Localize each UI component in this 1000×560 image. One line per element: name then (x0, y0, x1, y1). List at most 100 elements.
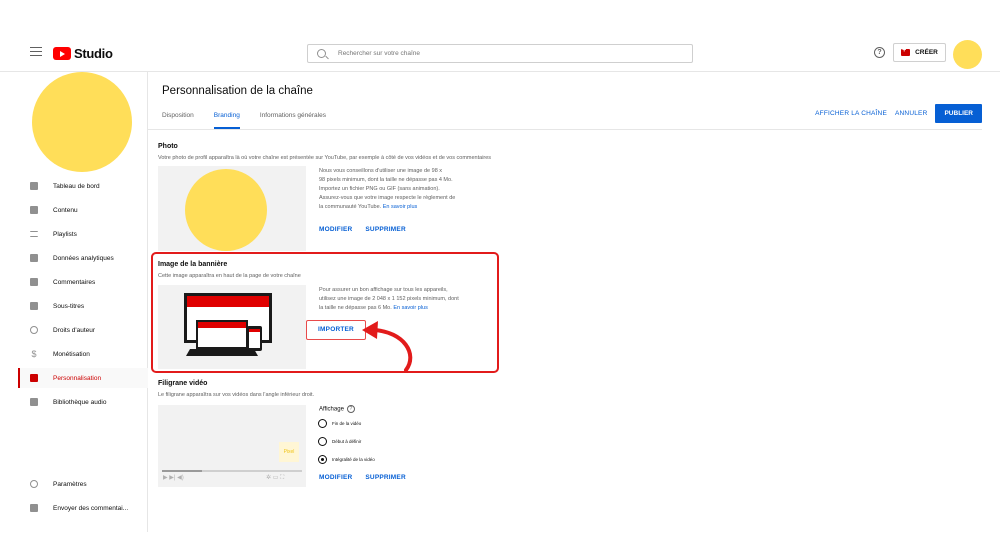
sidebar-item-label: Bibliothèque audio (53, 398, 107, 406)
radio-label: Fin de la vidéo (332, 421, 362, 426)
search-icon (317, 49, 326, 58)
audio-library-icon (30, 398, 38, 406)
subtitles-icon (30, 302, 38, 310)
radio-button[interactable] (318, 437, 327, 446)
account-avatar[interactable] (953, 40, 982, 69)
sidebar-item-monetization[interactable]: $ Monétisation (18, 344, 148, 364)
top-bar: Studio ? CRÉER (0, 34, 1000, 72)
banner-import-button[interactable]: IMPORTER (306, 320, 366, 340)
sidebar: Tableau de bord Contenu Playlists Donnée… (0, 72, 148, 532)
radio-label: Intégralité de la vidéo (332, 457, 375, 462)
sidebar-item-comments[interactable]: Commentaires (18, 272, 148, 292)
gear-icon (30, 480, 38, 488)
banner-title: Image de la bannière (158, 261, 228, 268)
help-icon[interactable]: ? (874, 47, 885, 58)
banner-preview (158, 285, 306, 369)
comments-icon (30, 278, 38, 286)
photo-preview (158, 166, 306, 251)
sidebar-item-label: Playlists (53, 230, 77, 238)
display-label-text: Affichage (319, 406, 344, 413)
profile-photo (185, 169, 267, 251)
tab-bar: Disposition Branding Informations généra… (162, 110, 346, 129)
sidebar-item-label: Sous-titres (53, 302, 85, 310)
sidebar-item-label: Envoyer des commentai... (53, 504, 129, 512)
sidebar-item-label: Droits d'auteur (53, 326, 96, 334)
photo-delete-button[interactable]: SUPPRIMER (365, 226, 405, 233)
info-line: Importez un fichier PNG ou GIF (sans ani… (319, 186, 440, 192)
devices-illustration (184, 293, 272, 356)
content-icon (30, 206, 38, 214)
watermark-preview: Pixel (279, 442, 299, 462)
learn-more-link[interactable]: En savoir plus (393, 305, 428, 311)
youtube-play-icon (53, 47, 71, 60)
arrow-annotation-icon (362, 321, 413, 372)
tab-basic-info[interactable]: Informations générales (260, 110, 326, 129)
logo-text: Studio (74, 46, 113, 61)
publish-button[interactable]: PUBLIER (935, 104, 982, 123)
info-line: utilisez une image de 2 048 x 1 152 pixe… (319, 296, 459, 302)
view-channel-button[interactable]: AFFICHER LA CHAÎNE (815, 110, 887, 117)
dashboard-icon (30, 182, 38, 190)
sidebar-item-settings[interactable]: Paramètres (18, 474, 148, 494)
studio-logo[interactable]: Studio (53, 46, 113, 61)
sidebar-item-copyright[interactable]: Droits d'auteur (18, 320, 148, 340)
search-input[interactable] (338, 50, 638, 57)
sidebar-item-feedback[interactable]: Envoyer des commentai... (18, 498, 148, 518)
player-controls-left: ▶ ▶| ◀) (163, 475, 184, 481)
sidebar-item-label: Commentaires (53, 278, 96, 286)
dollar-icon: $ (31, 349, 37, 359)
analytics-icon (30, 254, 38, 262)
sidebar-item-audio-library[interactable]: Bibliothèque audio (18, 392, 148, 412)
info-line: Pour assurer un bon affichage sur tous l… (319, 287, 448, 293)
sidebar-item-playlists[interactable]: Playlists (18, 224, 148, 244)
photo-description: Votre photo de profil apparaîtra là où v… (158, 155, 492, 161)
photo-actions: MODIFIER SUPPRIMER (319, 226, 406, 233)
sidebar-item-subtitles[interactable]: Sous-titres (18, 296, 148, 316)
info-line: Assurez-vous que votre image respecte le… (319, 195, 456, 201)
watermark-delete-button[interactable]: SUPPRIMER (365, 474, 405, 481)
create-label: CRÉER (915, 49, 938, 56)
page-actions: AFFICHER LA CHAÎNE ANNULER PUBLIER (815, 104, 982, 123)
info-line: Nous vous conseillons d'utiliser une ima… (319, 168, 443, 174)
radio-entire-video[interactable]: Intégralité de la vidéo (318, 455, 375, 464)
radio-custom-start[interactable]: Début à définir (318, 437, 361, 446)
photo-modify-button[interactable]: MODIFIER (319, 226, 352, 233)
display-label: Affichage? (319, 405, 355, 413)
info-text: la taille ne dépasse pas 6 Mo. (319, 305, 392, 311)
radio-button[interactable] (318, 419, 327, 428)
info-text: la communauté YouTube. (319, 204, 382, 210)
info-line: 98 pixels minimum, dont la taille ne dép… (319, 177, 453, 183)
copyright-icon (30, 326, 38, 334)
studio-page: Studio ? CRÉER Tableau de bord Contenu P… (0, 0, 1000, 560)
watermark-title: Filigrane vidéo (158, 380, 208, 387)
create-button[interactable]: CRÉER (893, 43, 946, 62)
player-progress-bar (162, 470, 302, 472)
banner-description: Cette image apparaîtra en haut de la pag… (158, 273, 301, 279)
sidebar-item-content[interactable]: Contenu (18, 200, 148, 220)
learn-more-link[interactable]: En savoir plus (383, 204, 418, 210)
photo-info: Nous vous conseillons d'utiliser une ima… (319, 167, 455, 212)
photo-title: Photo (158, 143, 178, 150)
magic-wand-icon (30, 374, 38, 382)
playlist-icon (30, 231, 38, 237)
tab-branding[interactable]: Branding (213, 110, 240, 129)
cancel-button[interactable]: ANNULER (895, 110, 927, 117)
sidebar-item-label: Données analytiques (53, 254, 114, 262)
watermark-actions: MODIFIER SUPPRIMER (319, 474, 406, 481)
sidebar-item-label: Contenu (53, 206, 78, 214)
info-line: la communauté YouTube. En savoir plus (319, 203, 455, 212)
search-box[interactable] (307, 44, 693, 63)
info-line: la taille ne dépasse pas 6 Mo. En savoir… (319, 304, 459, 313)
sidebar-item-analytics[interactable]: Données analytiques (18, 248, 148, 268)
channel-avatar[interactable] (32, 72, 132, 172)
menu-icon[interactable] (30, 47, 42, 56)
watermark-modify-button[interactable]: MODIFIER (319, 474, 352, 481)
radio-end-of-video[interactable]: Fin de la vidéo (318, 419, 361, 428)
radio-button-selected[interactable] (318, 455, 327, 464)
sidebar-item-dashboard[interactable]: Tableau de bord (18, 176, 148, 196)
feedback-icon (30, 504, 38, 512)
tabs-divider (148, 129, 982, 130)
sidebar-item-customization[interactable]: Personnalisation (18, 368, 148, 388)
tab-layout[interactable]: Disposition (162, 110, 194, 129)
help-icon[interactable]: ? (346, 405, 355, 413)
